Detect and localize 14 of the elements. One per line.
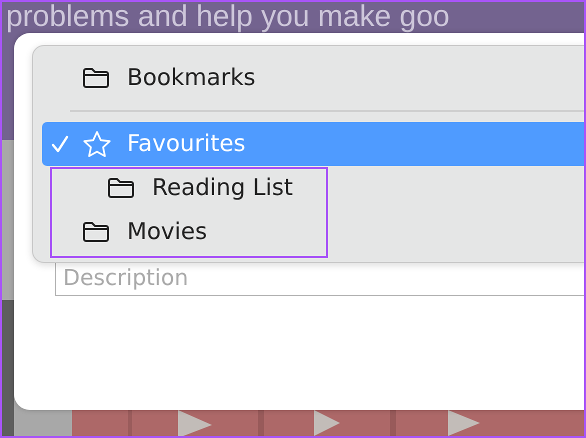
menu-item[interactable]: Reading List	[42, 166, 586, 210]
menu-item-label: Reading List	[152, 174, 293, 203]
folder-icon	[82, 221, 110, 243]
folder-icon	[107, 177, 135, 199]
description-field[interactable]: Description	[55, 262, 586, 296]
menu-item-label: Movies	[127, 218, 208, 247]
menu-item[interactable]: Movies	[42, 210, 586, 254]
menu-item-label: Bookmarks	[127, 64, 256, 93]
folder-icon	[82, 67, 110, 89]
menu-item[interactable]: Bookmarks	[42, 56, 586, 100]
banner-heading: problems and help you make goo	[6, 0, 450, 33]
star-icon	[82, 130, 112, 158]
menu-item-label: Favourites	[127, 130, 246, 159]
checkmark-icon	[50, 134, 70, 154]
